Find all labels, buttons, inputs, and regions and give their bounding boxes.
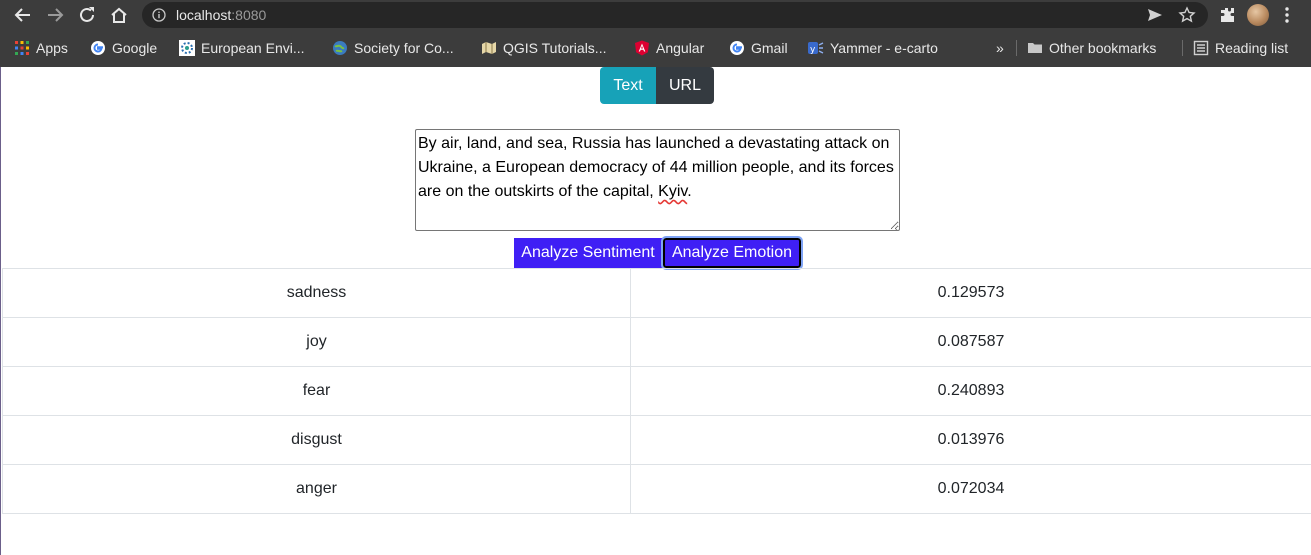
home-icon[interactable]: [105, 1, 133, 29]
url-host: localhost: [176, 7, 232, 23]
bookmark-label: QGIS Tutorials...: [503, 40, 607, 56]
browser-toolbar: localhost:8080: [0, 0, 1311, 31]
angular-icon: [634, 40, 650, 56]
apps-grid-icon: [14, 40, 30, 56]
table-row: anger 0.072034: [2, 464, 1311, 514]
emotion-score: 0.240893: [630, 366, 1311, 416]
bookmark-other-bookmarks[interactable]: Other bookmarks: [1027, 39, 1156, 57]
bookmark-label: European Envi...: [201, 40, 305, 56]
send-icon[interactable]: [1146, 6, 1164, 28]
analyze-actions: Analyze Sentiment Analyze Emotion: [514, 236, 803, 270]
address-bar[interactable]: localhost:8080: [142, 2, 1208, 28]
bookmark-angular[interactable]: Angular: [634, 39, 704, 57]
table-row: disgust 0.013976: [2, 415, 1311, 465]
profile-avatar[interactable]: [1247, 4, 1269, 26]
bookmark-apps[interactable]: Apps: [14, 39, 68, 57]
bookmark-label: Reading list: [1215, 40, 1289, 56]
reading-list-button[interactable]: Reading list: [1193, 39, 1288, 57]
analyze-emotion-button[interactable]: Analyze Emotion: [661, 236, 803, 270]
bookmark-label: Society for Co...: [354, 40, 454, 56]
text-input[interactable]: By air, land, and sea, Russia has launch…: [415, 129, 900, 231]
menu-icon[interactable]: [1275, 1, 1299, 29]
page-content: Text URL By air, land, and sea, Russia h…: [0, 67, 1311, 555]
tab-text[interactable]: Text: [600, 67, 656, 104]
bookmark-label: Google: [112, 40, 158, 56]
bookmark-label: Other bookmarks: [1049, 40, 1157, 56]
emotion-name: joy: [2, 317, 631, 367]
emotion-name: sadness: [2, 268, 631, 318]
emotion-score: 0.072034: [630, 464, 1311, 514]
bookmark-gmail[interactable]: Gmail: [729, 39, 788, 57]
bookmark-society[interactable]: Society for Co...: [332, 39, 454, 57]
globe-icon: [332, 40, 348, 56]
reload-icon[interactable]: [73, 1, 101, 29]
text-input-content: By air, land, and sea, Russia has launch…: [418, 135, 894, 200]
emotion-score: 0.129573: [630, 268, 1311, 318]
svg-text:y: y: [810, 45, 816, 55]
tab-url[interactable]: URL: [656, 67, 714, 104]
reading-list-icon: [1193, 40, 1209, 56]
emotion-score: 0.013976: [630, 415, 1311, 465]
table-row: joy 0.087587: [2, 317, 1311, 367]
bookmark-label: Gmail: [751, 40, 788, 56]
text-input-content-end: .: [687, 183, 692, 200]
bookmarks-overflow-button[interactable]: »: [996, 39, 1004, 57]
yammer-icon: y: [808, 40, 824, 56]
bookmarks-bar: Apps Google European Envi... Society for…: [0, 31, 1311, 67]
resize-handle-icon[interactable]: [889, 220, 898, 230]
table-row: fear 0.240893: [2, 366, 1311, 416]
bookmark-google[interactable]: Google: [90, 39, 157, 57]
star-icon[interactable]: [1178, 6, 1196, 28]
emotion-score: 0.087587: [630, 317, 1311, 367]
overflow-label: »: [996, 40, 1004, 56]
folder-icon: [1027, 40, 1043, 56]
site-info-icon[interactable]: [152, 8, 166, 22]
bookmark-yammer[interactable]: y Yammer - e-carto: [808, 39, 938, 57]
bookmark-label: Yammer - e-carto: [830, 40, 938, 56]
emotion-results-table: sadness 0.129573 joy 0.087587 fear 0.240…: [2, 268, 1311, 514]
analyze-sentiment-button[interactable]: Analyze Sentiment: [514, 238, 662, 268]
emotion-name: anger: [2, 464, 631, 514]
extensions-icon[interactable]: [1213, 1, 1241, 29]
url-port: :8080: [231, 7, 267, 23]
table-row: sadness 0.129573: [2, 268, 1311, 318]
eea-icon: [179, 40, 195, 56]
bookmark-label: Apps: [36, 40, 68, 56]
qgis-icon: [481, 40, 497, 56]
emotion-name: fear: [2, 366, 631, 416]
input-mode-tabs: Text URL: [600, 67, 714, 104]
google-icon: [729, 40, 745, 56]
back-icon[interactable]: [9, 1, 37, 29]
bookmark-label: Angular: [656, 40, 705, 56]
bookmark-european-envi[interactable]: European Envi...: [179, 39, 305, 57]
forward-icon[interactable]: [41, 1, 69, 29]
url-text: localhost:8080: [176, 7, 266, 23]
bookmarks-separator: [1182, 40, 1183, 56]
bookmark-qgis-tutorials[interactable]: QGIS Tutorials...: [481, 39, 606, 57]
emotion-name: disgust: [2, 415, 631, 465]
bookmarks-separator: [1016, 40, 1017, 56]
spellcheck-flagged-word: Kyiv: [658, 183, 688, 200]
google-icon: [90, 40, 106, 56]
